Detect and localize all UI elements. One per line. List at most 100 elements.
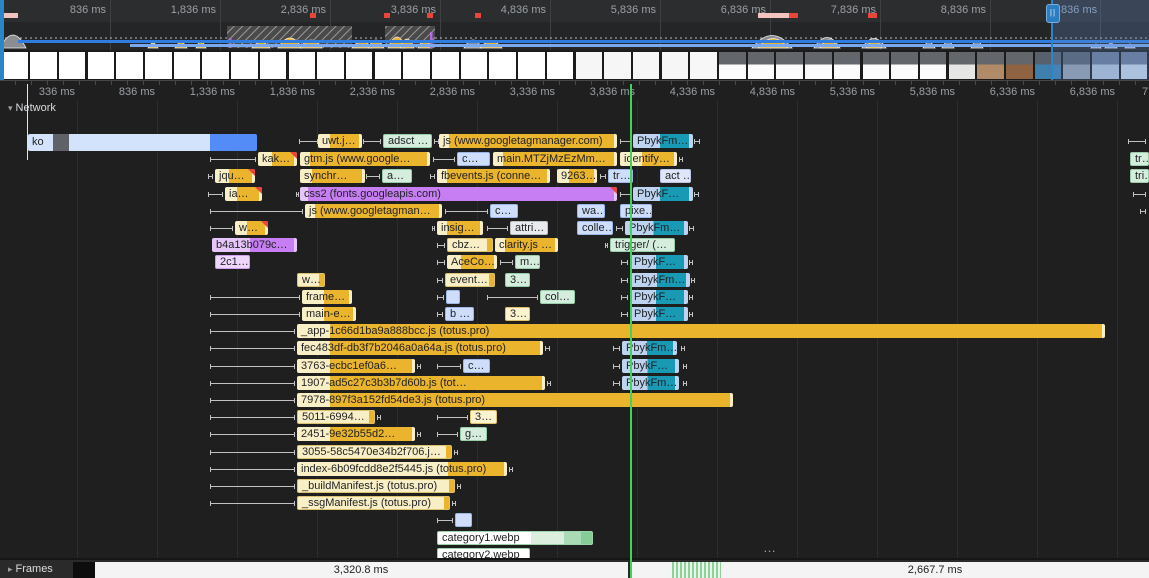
network-request-bar[interactable]: PbykF… <box>630 255 688 269</box>
network-request-bar[interactable]: jqu… <box>215 169 255 183</box>
network-request-bar[interactable]: w… <box>297 273 325 287</box>
network-request-bar[interactable]: category1.webp <box>437 531 593 545</box>
network-request-bar[interactable]: main-e… <box>302 307 356 321</box>
network-request-bar[interactable]: js (www.googletagman… <box>305 204 442 218</box>
network-request-bar[interactable]: pixe… <box>620 204 652 218</box>
filmstrip-thumbnail[interactable] <box>518 52 545 79</box>
network-request-bar[interactable]: b … <box>445 307 474 321</box>
network-request-bar[interactable] <box>455 513 472 527</box>
filmstrip-thumbnail[interactable] <box>403 52 430 79</box>
filmstrip-thumbnail[interactable] <box>776 52 803 79</box>
network-request-bar[interactable]: 3763-ecbc1ef0a6… <box>297 359 415 373</box>
network-request-bar[interactable]: PbykF… <box>633 187 693 201</box>
filmstrip-thumbnail[interactable] <box>317 52 344 79</box>
filmstrip-thumbnail[interactable] <box>949 52 976 79</box>
network-request-bar[interactable]: 7978-897f3a152fd54de3.js (totus.pro) <box>297 393 733 407</box>
network-request-bar[interactable]: _app-1c66d1ba9a888bcc.js (totus.pro) <box>297 324 1105 338</box>
network-request-bar[interactable]: ia… <box>225 187 262 201</box>
network-request-bar[interactable]: insig… <box>437 221 483 235</box>
network-request-bar[interactable]: PbykF… <box>630 290 688 304</box>
filmstrip-thumbnail[interactable] <box>576 52 603 79</box>
network-request-bar[interactable]: 5011-6994… <box>297 410 375 424</box>
network-request-bar[interactable]: synchr… <box>300 169 365 183</box>
network-request-bar[interactable]: 9263… <box>557 169 597 183</box>
network-request-bar[interactable]: attri… <box>510 221 548 235</box>
network-request-bar[interactable]: wa… <box>577 204 605 218</box>
network-request-bar[interactable]: main.MTZjMzEzMm… <box>493 152 617 166</box>
network-request-bar[interactable]: category2.webp <box>437 548 530 558</box>
filmstrip-thumbnail[interactable] <box>633 52 660 79</box>
filmstrip-thumbnail[interactable] <box>1006 52 1033 79</box>
filmstrip-thumbnail[interactable] <box>662 52 689 79</box>
network-request-bar[interactable]: 3… <box>470 410 497 424</box>
network-request-bar[interactable] <box>446 290 460 304</box>
network-request-bar[interactable]: tr… <box>1130 152 1149 166</box>
filmstrip-thumbnail[interactable] <box>977 52 1004 79</box>
network-request-bar[interactable]: kak… <box>258 152 297 166</box>
network-request-bar[interactable]: css2 (fonts.googleapis.com) <box>300 187 617 201</box>
network-request-bar[interactable]: colle… <box>577 221 613 235</box>
filmstrip-thumbnail[interactable] <box>375 52 402 79</box>
partially-presented-frames[interactable] <box>672 562 721 578</box>
network-request-bar[interactable]: 1907-ad5c27c3b3b7d60b.js (tot… <box>297 376 545 390</box>
overview-window-handle-left[interactable] <box>0 0 4 80</box>
network-request-bar[interactable]: 3055-58c5470e34b2f706.j… <box>297 445 452 459</box>
network-request-bar[interactable]: act … <box>660 169 691 183</box>
network-request-bar[interactable]: w… <box>235 221 268 235</box>
network-request-bar[interactable]: PbykF… <box>630 307 688 321</box>
network-request-bar[interactable]: 3… <box>505 273 530 287</box>
network-request-bar[interactable]: cbz… <box>447 238 493 252</box>
filmstrip-thumbnail[interactable] <box>30 52 57 79</box>
dropped-frame-block[interactable] <box>73 562 95 578</box>
network-request-bar[interactable]: index-6b09fcdd8e2f5445.js (totus.pro) <box>297 462 507 476</box>
screenshot-filmstrip[interactable] <box>0 50 1149 80</box>
filmstrip-thumbnail[interactable] <box>920 52 947 79</box>
network-request-bar[interactable]: 2451-9e32b55d2… <box>297 427 415 441</box>
network-request-bar[interactable]: js (www.googletagmanager.com) <box>439 134 617 148</box>
collapse-triangle-icon[interactable]: ▸ <box>8 564 13 574</box>
network-request-bar[interactable]: event… <box>445 273 495 287</box>
filmstrip-thumbnail[interactable] <box>260 52 287 79</box>
filmstrip-thumbnail[interactable] <box>489 52 516 79</box>
network-request-bar[interactable]: m… <box>515 255 540 269</box>
network-request-bar[interactable]: a… <box>382 169 412 183</box>
filmstrip-thumbnail[interactable] <box>88 52 115 79</box>
network-request-bar[interactable]: 2c1… <box>215 255 250 269</box>
filmstrip-thumbnail[interactable] <box>461 52 488 79</box>
filmstrip-thumbnail[interactable] <box>604 52 631 79</box>
network-request-bar[interactable]: c… <box>463 359 490 373</box>
filmstrip-thumbnail[interactable] <box>863 52 890 79</box>
network-request-bar[interactable]: identify… <box>620 152 677 166</box>
filmstrip-thumbnail[interactable] <box>116 52 143 79</box>
network-request-bar[interactable]: adsct … <box>383 134 432 148</box>
network-request-bar[interactable]: _ssgManifest.js (totus.pro) <box>297 496 450 510</box>
network-request-bar[interactable]: col… <box>540 290 575 304</box>
filmstrip-thumbnail[interactable] <box>719 52 746 79</box>
filmstrip-thumbnail[interactable] <box>59 52 86 79</box>
filmstrip-thumbnail[interactable] <box>805 52 832 79</box>
network-request-bar[interactable]: PbykFm… <box>630 273 690 287</box>
frames-section-header[interactable]: ▸Frames <box>8 563 53 575</box>
filmstrip-thumbnail[interactable] <box>202 52 229 79</box>
network-request-bar[interactable]: _buildManifest.js (totus.pro) <box>297 479 455 493</box>
network-request-bar[interactable]: c… <box>490 204 518 218</box>
network-request-bar[interactable]: uwt.j… <box>318 134 362 148</box>
network-request-bar[interactable]: fbevents.js (conne… <box>437 169 550 183</box>
filmstrip-thumbnail[interactable] <box>891 52 918 79</box>
network-request-bar[interactable]: clarity.js … <box>495 238 558 252</box>
network-request-bar[interactable]: c… <box>457 152 490 166</box>
network-request-bar[interactable]: tri… <box>1130 169 1149 183</box>
network-request-bar[interactable]: PbykFm… <box>633 134 693 148</box>
network-request-bar[interactable]: AceCo… <box>447 255 497 269</box>
network-request-bar[interactable]: frame… <box>302 290 352 304</box>
filmstrip-thumbnail[interactable] <box>834 52 861 79</box>
network-request-bar[interactable]: 3… <box>505 307 530 321</box>
overview-window-handle-grip[interactable]: || <box>1046 4 1060 23</box>
filmstrip-thumbnail[interactable] <box>748 52 775 79</box>
timeline-overview[interactable]: 836 ms1,836 ms2,836 ms3,836 ms4,836 ms5,… <box>0 0 1149 80</box>
filmstrip-thumbnail[interactable] <box>231 52 258 79</box>
network-request-bar[interactable]: ko <box>28 134 257 151</box>
network-request-bar[interactable]: g… <box>460 427 487 441</box>
filmstrip-thumbnail[interactable] <box>547 52 574 79</box>
network-request-bar[interactable]: fec483df-db3f7b2046a0a64a.js (totus.pro) <box>297 341 543 355</box>
